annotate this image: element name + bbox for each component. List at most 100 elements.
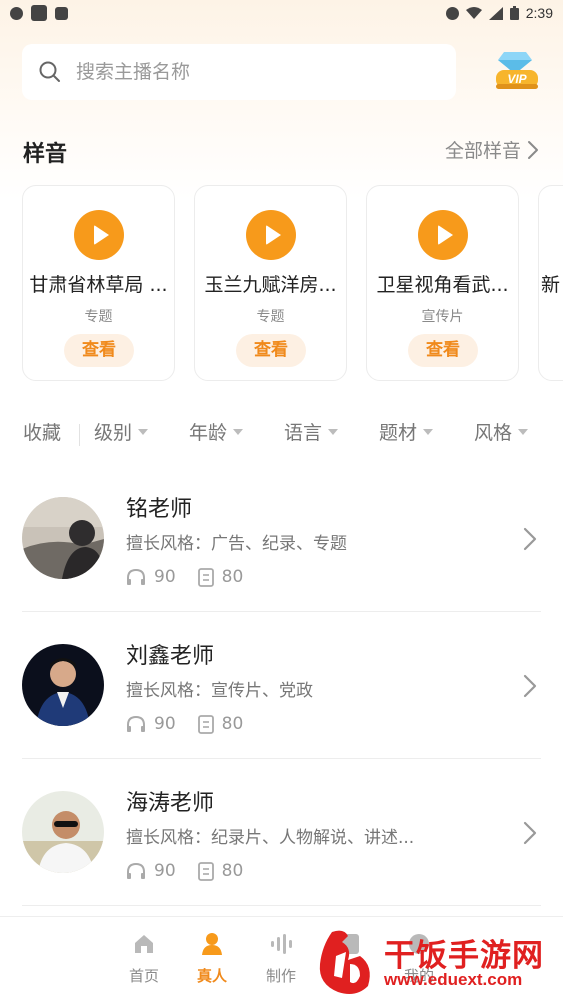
nav-label: 首页 [128,967,159,985]
filter-label: 风格 [474,422,513,444]
filter-label: 级别 [94,422,133,444]
document-icon [197,861,214,881]
teacher-item[interactable]: 海涛老师 擅长风格：纪录片、人物解说、讲述... 90 80 [22,759,541,906]
filter-age[interactable]: 年龄 [189,418,244,445]
view-button[interactable]: 查看 [64,334,134,367]
vip-badge[interactable]: VIP [494,48,540,92]
filter-style[interactable]: 风格 [474,418,529,445]
filter-label: 题材 [379,422,418,444]
teacher-style: 擅长风格：宣传片、党政 [126,681,313,701]
filter-subject[interactable]: 题材 [379,418,434,445]
sample-card[interactable]: 玉兰九赋洋房... 专题 查看 [194,185,347,381]
all-samples-link[interactable]: 全部样音 [445,136,539,163]
caret-down-icon [328,428,339,435]
works-count: 80 [221,714,244,734]
teacher-stats: 90 80 [126,714,265,734]
view-button[interactable]: 查看 [408,334,478,367]
watermark-url: www.eduext.com [384,970,523,989]
chevron-right-icon [523,674,537,698]
sample-card[interactable]: 卫星视角看武... 宣传片 查看 [366,185,519,381]
document-icon [197,714,214,734]
filter-divider [79,424,80,446]
headphones-icon [127,715,145,732]
caret-down-icon [138,428,149,435]
teacher-item[interactable]: 刘鑫老师 擅长风格：宣传片、党政 90 80 [22,612,541,759]
notification-icon [10,6,23,20]
watermark-title: 干饭手游网 [384,938,544,974]
person-icon [202,933,222,955]
samples-title: 样音 [23,142,68,167]
play-icon [437,225,453,245]
filter-level[interactable]: 级别 [94,418,149,445]
chevron-right-icon [528,140,538,159]
play-button[interactable] [418,210,468,260]
filter-bar: 收藏 级别 年龄 语言 题材 风格 [0,418,563,450]
nav-label: 真人 [196,967,227,985]
search-bar[interactable] [22,44,456,100]
works-count: 80 [221,861,244,881]
caret-down-icon [233,428,244,435]
chevron-right-icon [523,821,537,845]
works-count: 80 [221,567,244,587]
avatar [22,497,104,579]
play-icon [93,225,109,245]
status-time: 2:39 [525,5,553,21]
teacher-item[interactable]: 铭老师 擅长风格：广告、纪录、专题 90 80 [22,465,541,612]
teacher-name: 铭老师 [126,497,193,522]
nav-label: 制作 [265,967,296,985]
watermark-logo-icon [319,930,370,994]
play-button[interactable] [74,210,124,260]
listen-count: 90 [154,714,176,734]
teacher-style: 擅长风格：广告、纪录、专题 [126,534,347,554]
search-icon [39,61,60,82]
view-button[interactable]: 查看 [236,334,306,367]
listen-count: 90 [154,567,176,587]
headphones-icon [127,862,145,879]
waveform-icon [271,934,292,954]
nav-real-person[interactable]: 真人 [182,931,242,986]
filter-label: 语言 [284,422,323,444]
caret-down-icon [518,428,529,435]
battery-icon [509,6,519,20]
sample-card[interactable]: 新 [538,185,563,381]
teacher-stats: 90 80 [126,567,265,587]
chevron-right-icon [523,527,537,551]
nav-home[interactable]: 首页 [114,931,174,986]
status-bar: 2:39 [0,0,563,26]
avatar [22,791,104,873]
font-icon [55,6,68,20]
watermark: 干饭手游网 www.eduext.com [312,926,558,1000]
sample-card-title: 卫星视角看武... [376,274,509,296]
header-background [0,0,563,200]
search-input[interactable] [76,61,416,83]
headphones-icon [127,568,145,585]
vip-label: VIP [507,72,527,86]
teacher-style: 擅长风格：纪录片、人物解说、讲述... [126,828,415,848]
app-icon [31,5,47,21]
document-icon [197,567,214,587]
play-icon [265,225,281,245]
wifi-icon [465,6,482,19]
nav-produce[interactable]: 制作 [251,931,311,986]
sample-card-type: 宣传片 [421,309,464,325]
signal-icon [488,6,503,20]
filter-language[interactable]: 语言 [284,418,339,445]
listen-count: 90 [154,861,176,881]
teacher-name: 刘鑫老师 [126,644,215,669]
sample-card-type: 专题 [84,309,113,325]
sample-card[interactable]: 甘肃省林草局 ... 专题 查看 [22,185,175,381]
do-not-disturb-icon [445,6,459,20]
play-button[interactable] [246,210,296,260]
filter-label: 年龄 [189,422,228,444]
sample-card-title: 新 [541,274,561,296]
teacher-name: 海涛老师 [126,791,215,816]
home-icon [135,935,153,953]
sample-cards: 甘肃省林草局 ... 专题 查看 玉兰九赋洋房... 专题 查看 卫星视角看武.… [22,185,563,382]
filter-favorites[interactable]: 收藏 [23,418,61,445]
sample-card-title: 玉兰九赋洋房... [204,274,337,296]
all-samples-label: 全部样音 [444,140,521,162]
avatar [22,644,104,726]
teacher-stats: 90 80 [126,861,265,881]
sample-card-title: 甘肃省林草局 ... [29,274,168,296]
caret-down-icon [423,428,434,435]
